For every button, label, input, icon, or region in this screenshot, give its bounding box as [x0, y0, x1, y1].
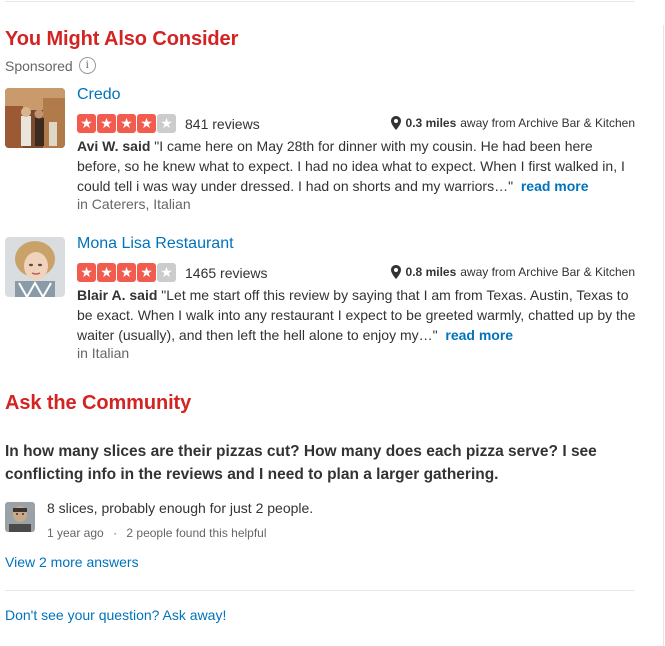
star-icon: ★ — [157, 263, 176, 282]
distance-suffix: away from Archive Bar & Kitchen — [460, 265, 635, 279]
meta-separator: · — [113, 526, 118, 540]
review-author: Avi W. said — [77, 138, 151, 154]
answer-helpful-count: 2 people found this helpful — [126, 526, 267, 540]
business-card-credo: Credo ★ ★ ★ ★ ★ 841 reviews 0.3 miles aw… — [5, 86, 637, 218]
review-count[interactable]: 841 reviews — [185, 116, 260, 132]
ask-question-link[interactable]: Don't see your question? Ask away! — [5, 607, 226, 623]
review-quote: "Let me start off this review by saying … — [77, 287, 636, 343]
business-name-link[interactable]: Mona Lisa Restaurant — [77, 235, 234, 253]
read-more-link[interactable]: read more — [445, 327, 513, 343]
star-icon: ★ — [117, 114, 136, 133]
review-author: Blair A. said — [77, 287, 158, 303]
business-card-mona-lisa: Mona Lisa Restaurant ★ ★ ★ ★ ★ 1465 revi… — [5, 235, 637, 367]
right-divider — [663, 25, 664, 646]
star-icon: ★ — [117, 263, 136, 282]
business-name-link[interactable]: Credo — [77, 86, 121, 104]
distance-info: 0.3 miles away from Archive Bar & Kitche… — [390, 116, 635, 130]
map-pin-icon — [390, 265, 401, 279]
review-snippet: Blair A. said "Let me start off this rev… — [77, 285, 637, 345]
business-categories: in Caterers, Italian — [77, 196, 191, 212]
sponsored-label: Sponsored i — [5, 57, 96, 74]
sponsored-text: Sponsored — [5, 57, 73, 74]
business-categories: in Italian — [77, 345, 130, 361]
answer-text: 8 slices, probably enough for just 2 peo… — [47, 500, 314, 516]
star-icon: ★ — [97, 263, 116, 282]
top-divider — [5, 1, 634, 2]
map-pin-icon — [390, 116, 401, 130]
star-icon: ★ — [137, 114, 156, 133]
distance-value: 0.8 miles — [405, 265, 457, 279]
star-rating: ★ ★ ★ ★ ★ — [77, 114, 176, 133]
community-title: Ask the Community — [5, 392, 192, 414]
review-count[interactable]: 1465 reviews — [185, 265, 268, 281]
distance-info: 0.8 miles away from Archive Bar & Kitche… — [390, 265, 635, 279]
answer-meta: 1 year ago · 2 people found this helpful — [47, 526, 267, 540]
star-icon: ★ — [97, 114, 116, 133]
distance-suffix: away from Archive Bar & Kitchen — [460, 116, 635, 130]
consider-title: You Might Also Consider — [5, 28, 239, 50]
section-divider — [5, 590, 634, 591]
business-photo[interactable] — [5, 237, 65, 297]
read-more-link[interactable]: read more — [521, 178, 589, 194]
star-icon: ★ — [137, 263, 156, 282]
star-icon: ★ — [77, 114, 96, 133]
view-more-answers-link[interactable]: View 2 more answers — [5, 554, 139, 570]
info-icon[interactable]: i — [78, 57, 96, 74]
distance-value: 0.3 miles — [405, 116, 457, 130]
review-snippet: Avi W. said "I came here on May 28th for… — [77, 136, 637, 196]
community-question[interactable]: In how many slices are their pizzas cut?… — [5, 440, 635, 486]
star-rating: ★ ★ ★ ★ ★ — [77, 263, 176, 282]
business-photo[interactable] — [5, 88, 65, 148]
answer-age: 1 year ago — [47, 526, 104, 540]
star-icon: ★ — [77, 263, 96, 282]
star-icon: ★ — [157, 114, 176, 133]
avatar[interactable] — [5, 502, 35, 532]
